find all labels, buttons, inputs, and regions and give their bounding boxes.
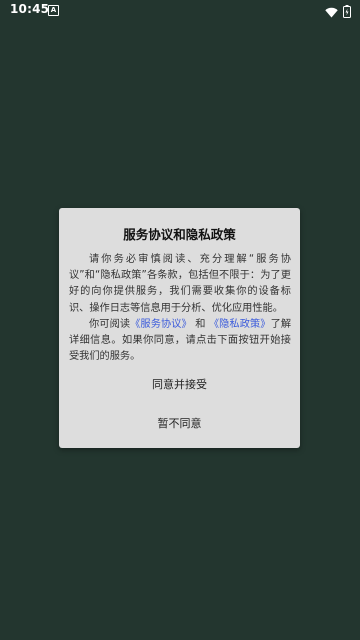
privacy-dialog: 服务协议和隐私政策 请你务必审慎阅读、充分理解“服务协议”和“隐私政策”各条款，… — [59, 208, 300, 448]
agree-button[interactable]: 同意并接受 — [59, 376, 300, 392]
status-time: 10:45 — [10, 2, 50, 16]
battery-icon — [343, 3, 351, 22]
wifi-icon — [325, 3, 338, 22]
service-agreement-link[interactable]: 《服务协议》 — [130, 319, 192, 330]
screen: 10:45 A 服务协议和隐私政策 请你务必审慎阅读、充分理解“服务协议”和“隐… — [0, 0, 360, 640]
para2-prefix: 你可阅读 — [89, 318, 131, 330]
dialog-title: 服务协议和隐私政策 — [123, 227, 236, 242]
dialog-paragraph-2: 你可阅读《服务协议》 和 《隐私政策》了解详细信息。如果你同意，请点击下面按钮开… — [69, 317, 291, 366]
notification-icon: A — [48, 5, 59, 16]
disagree-button[interactable]: 暂不同意 — [59, 415, 300, 431]
para2-and: 和 — [195, 318, 206, 330]
dialog-body: 请你务必审慎阅读、充分理解“服务协议”和“隐私政策”各条款，包括但不限于：为了更… — [69, 252, 291, 365]
dialog-paragraph-1: 请你务必审慎阅读、充分理解“服务协议”和“隐私政策”各条款，包括但不限于：为了更… — [69, 254, 291, 314]
status-bar: 10:45 A — [0, 0, 360, 20]
privacy-policy-link[interactable]: 《隐私政策》 — [209, 319, 271, 330]
